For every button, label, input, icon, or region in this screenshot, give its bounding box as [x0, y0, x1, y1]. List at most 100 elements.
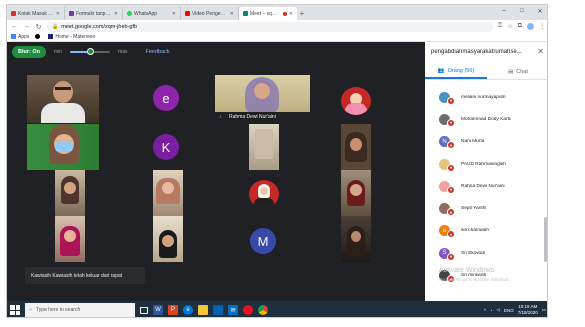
video-tile-mask-woman[interactable] — [27, 124, 99, 170]
mail-icon[interactable]: ✉ — [228, 305, 238, 315]
tab-chat[interactable]: ▤ Chat — [487, 64, 547, 79]
edge-icon[interactable]: e — [183, 305, 193, 315]
panel-tabs: 👥 Orang (56) ▤ Chat — [425, 64, 547, 80]
participant-row[interactable]: ● Rahna Dewi Nur'aini — [425, 175, 543, 197]
word-icon[interactable]: W — [153, 305, 163, 315]
clock[interactable]: 10:19 AM 7/18/2020 — [518, 304, 538, 316]
participant-row[interactable]: N ● Nani Murta — [425, 131, 543, 153]
new-tab-button[interactable]: + — [297, 7, 307, 20]
participant-avatar: N ● — [439, 136, 455, 150]
people-panel: pengabdianmasyarakatrumahse... ✕ 👥 Orang… — [425, 42, 547, 301]
forms-icon — [69, 11, 74, 16]
close-tab-icon[interactable]: ✕ — [230, 11, 234, 17]
volume-icon[interactable]: ◁ — [496, 307, 499, 313]
notification-icon[interactable]: ▭ — [542, 307, 546, 313]
participant-row[interactable]: s ● siti chamidah — [425, 220, 543, 242]
tab-whatsapp[interactable]: WhatsApp ✕ — [123, 7, 181, 20]
clock-date: 7/18/2020 — [517, 310, 538, 315]
store-icon[interactable] — [213, 305, 223, 315]
close-tab-icon[interactable]: ✕ — [114, 11, 118, 17]
participant-avatar: ● — [439, 113, 455, 127]
profile-avatar[interactable] — [527, 23, 534, 30]
participant-name: Sri Ekowati — [461, 250, 485, 256]
leave-notification-toast: Kawiasih Kawiasih telah keluar dari rapa… — [25, 267, 145, 284]
participant-avatar-red-profile[interactable] — [249, 180, 279, 208]
key-icon[interactable]: ⚿ — [498, 23, 503, 30]
maximize-button[interactable]: □ — [513, 5, 531, 17]
tab-people-label: Orang (56) — [447, 67, 475, 74]
extension-icon[interactable]: ⧉ — [518, 23, 522, 30]
participant-avatar-e[interactable]: e — [153, 85, 179, 111]
task-view-icon[interactable] — [140, 306, 148, 314]
mic-muted-icon: ● — [447, 163, 455, 172]
video-tile-man-glasses[interactable] — [27, 75, 99, 123]
chrome-icon[interactable] — [258, 305, 268, 315]
participant-row[interactable]: ● Septi Yanthi — [425, 197, 543, 219]
whatsapp-icon — [127, 11, 132, 16]
video-tile-woman-pink[interactable] — [55, 216, 85, 262]
video-tile-woman-dark[interactable] — [55, 170, 85, 216]
feedback-link[interactable]: Feedback — [146, 49, 170, 55]
language-indicator[interactable]: ENG — [504, 308, 514, 313]
blur-slider[interactable] — [70, 48, 111, 55]
video-tile-hijab-woman[interactable] — [341, 124, 371, 170]
participant-row[interactable]: ● meliani nurmayaputri — [425, 86, 543, 108]
powerpoint-icon[interactable]: P — [168, 305, 178, 315]
meeting-title: pengabdianmasyarakatrumahse... — [431, 49, 522, 55]
tab-forms[interactable]: Formulir tanpa judul - Google ... ✕ — [65, 7, 123, 20]
windows-start-icon[interactable] — [10, 305, 20, 315]
taskbar-search-box[interactable]: ○ Type here to search — [25, 303, 135, 317]
slider-handle[interactable] — [86, 48, 94, 55]
bookmark-github[interactable] — [35, 34, 42, 40]
forward-icon[interactable]: → — [23, 23, 30, 30]
video-tile-rahma[interactable]: Rahma Dewi Nur'aini ♪ — [215, 75, 310, 122]
video-tile-woman-wall[interactable] — [153, 216, 183, 262]
tab-youtube[interactable]: Video Pengenalan Arsitektur U... ✕ — [181, 7, 239, 20]
window-controls: – □ ✕ — [495, 5, 547, 17]
video-tile-woman-group[interactable] — [153, 170, 183, 216]
star-icon[interactable]: ☆ — [507, 23, 512, 30]
close-panel-button[interactable]: ✕ — [537, 47, 544, 56]
blur-toggle-button[interactable]: Blur: On — [12, 46, 46, 58]
mic-muted-icon: ● — [447, 141, 455, 150]
close-window-button[interactable]: ✕ — [531, 5, 547, 17]
video-tile-woman-dark-room[interactable] — [341, 216, 371, 262]
video-tile-room[interactable] — [249, 124, 279, 170]
close-tab-icon[interactable]: ✕ — [289, 11, 293, 17]
participant-list-scrollbar[interactable] — [544, 217, 547, 262]
meet-icon — [243, 11, 248, 16]
chevron-up-icon[interactable]: ^ — [484, 308, 486, 313]
participant-avatar-m[interactable]: M — [250, 228, 276, 254]
menu-icon[interactable]: ⋮ — [539, 23, 545, 30]
browser-tab-strip: Kotak Masuk (142) - aniea@... ✕ Formulir… — [7, 5, 547, 20]
apps-grid-icon — [11, 34, 16, 40]
url-field[interactable]: 🔒 meet.google.com/xqm-jheb-gfb — [47, 21, 493, 32]
tab-people[interactable]: 👥 Orang (56) — [425, 64, 487, 79]
network-icon[interactable]: ◔ — [490, 308, 493, 313]
activate-windows-subtext: Go to Settings to activate Windows. — [439, 277, 511, 282]
media-icon[interactable] — [243, 305, 253, 315]
bookmarks-bar: Apps Home - Mateneeo — [7, 33, 547, 42]
reload-icon[interactable]: ↻ — [35, 23, 42, 31]
slider-max-label: max — [118, 49, 128, 55]
participant-avatar-hijab[interactable] — [341, 87, 371, 115]
bookmark-apps[interactable]: Apps — [11, 34, 29, 40]
bookmark-home[interactable]: Home - Mateneeo — [48, 34, 95, 40]
mic-muted-icon: ● — [447, 252, 455, 261]
file-explorer-icon[interactable] — [198, 305, 208, 315]
participant-avatar-k[interactable]: K — [153, 134, 179, 160]
bookmark-label: Home - Mateneeo — [55, 34, 96, 40]
participant-row[interactable]: S ● Sri Ekowati — [425, 242, 543, 264]
participant-name: Nani Murta — [461, 139, 485, 145]
tab-gmail[interactable]: Kotak Masuk (142) - aniea@... ✕ — [7, 7, 65, 20]
close-tab-icon[interactable]: ✕ — [56, 11, 60, 17]
tab-meet[interactable]: Meet – xqm-jheb-gfb ✕ — [239, 7, 297, 20]
participant-row[interactable]: ● Mohammad Dody Karbi — [425, 108, 543, 130]
video-tile-woman-room[interactable] — [341, 170, 371, 216]
close-tab-icon[interactable]: ✕ — [172, 11, 176, 17]
participant-row[interactable]: ● PAUD Rahmaningsih — [425, 153, 543, 175]
participant-name: PAUD Rahmaningsih — [461, 161, 506, 167]
activate-windows-watermark: Activate Windows — [439, 267, 495, 274]
back-icon[interactable]: ← — [11, 23, 18, 30]
minimize-button[interactable]: – — [495, 5, 513, 17]
